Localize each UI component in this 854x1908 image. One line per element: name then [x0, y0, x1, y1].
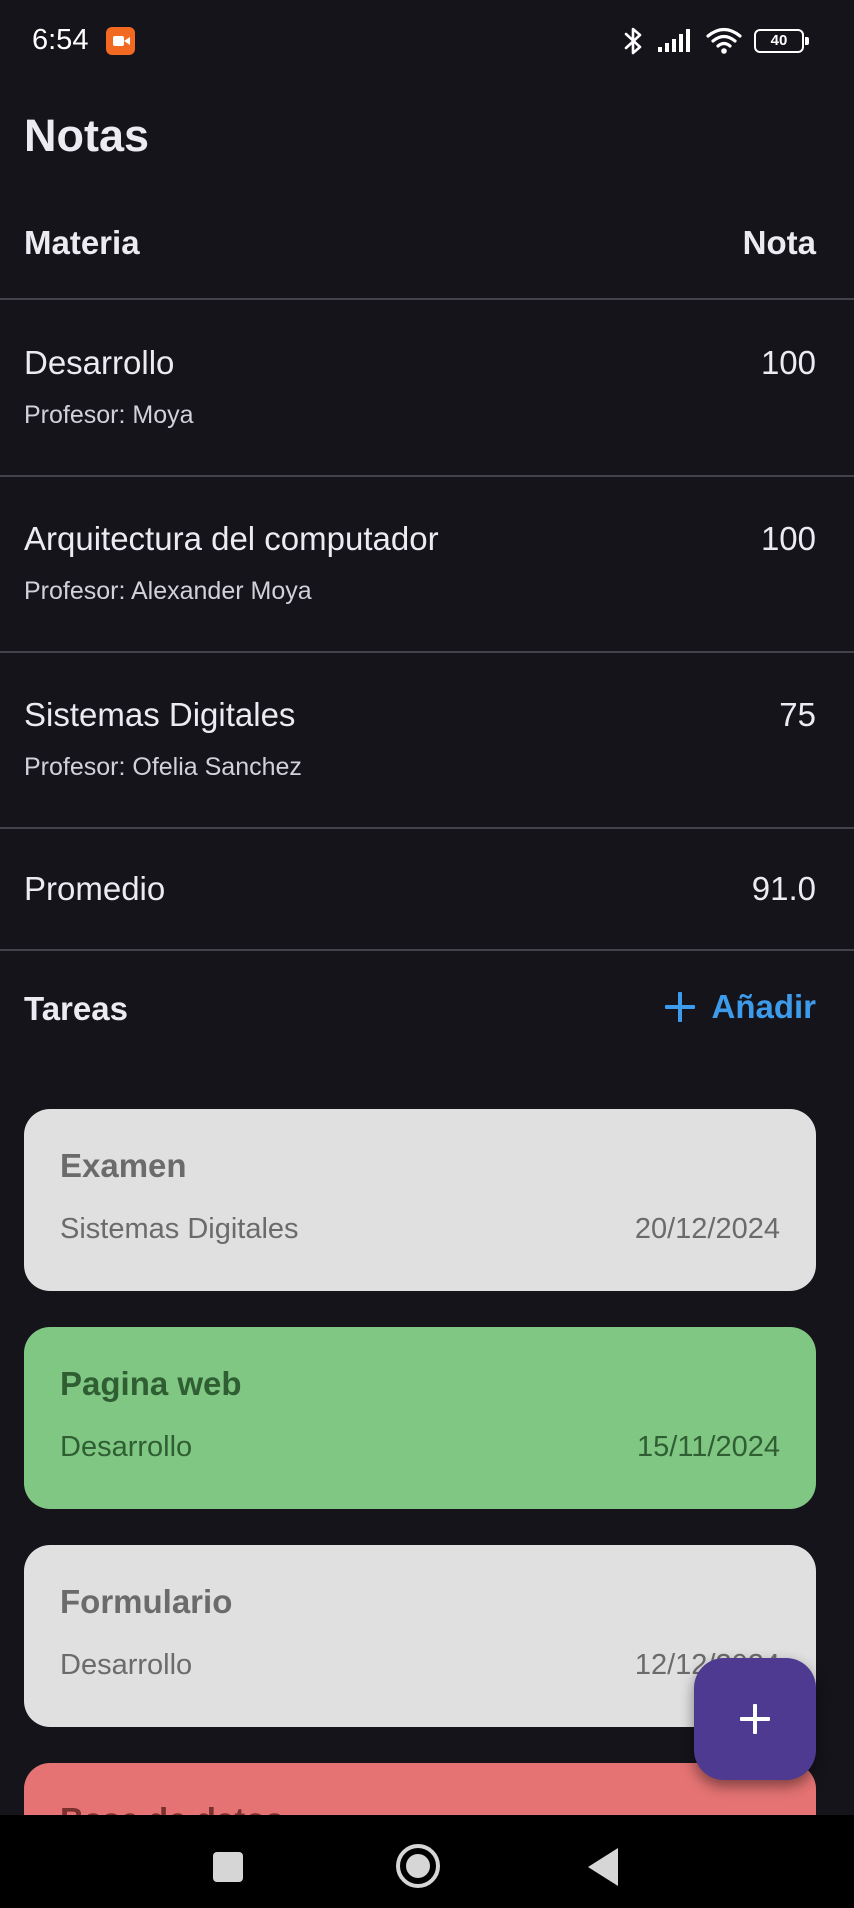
- row-subject: Sistemas Digitales: [24, 696, 296, 733]
- task-card[interactable]: Examen Sistemas Digitales 20/12/2024: [24, 1109, 816, 1291]
- battery-icon: 40: [754, 29, 809, 53]
- task-title: Pagina web: [60, 1365, 242, 1402]
- grade-row: Arquitectura del computador Profesor: Al…: [0, 477, 854, 653]
- task-subject: Desarrollo: [60, 1431, 193, 1463]
- grade-row: Desarrollo Profesor: Moya 100: [0, 300, 854, 477]
- add-task-label: Añadir: [711, 988, 816, 1025]
- task-subject: Desarrollo: [60, 1649, 193, 1681]
- bluetooth-icon: [624, 27, 642, 55]
- average-value: 91.0: [751, 870, 816, 907]
- signal-icon: [658, 29, 690, 52]
- status-icons: 40: [622, 24, 809, 58]
- column-header-grade: Nota: [742, 224, 816, 261]
- average-label: Promedio: [24, 870, 166, 907]
- task-title: Examen: [60, 1147, 187, 1184]
- grades-table-header: Materia Nota: [0, 210, 854, 300]
- column-header-subject: Materia: [24, 224, 140, 261]
- row-subject: Arquitectura del computador: [24, 520, 439, 557]
- system-nav-bar: [0, 1815, 854, 1908]
- page-title: Notas: [24, 110, 150, 161]
- back-icon[interactable]: [588, 1848, 618, 1886]
- task-card[interactable]: Pagina web Desarrollo 15/11/2024: [24, 1327, 816, 1509]
- row-grade: 100: [760, 344, 816, 381]
- status-time: 6:54: [32, 24, 89, 56]
- row-subject: Desarrollo: [24, 344, 175, 381]
- row-professor: Profesor: Ofelia Sanchez: [24, 753, 302, 781]
- task-subject: Sistemas Digitales: [60, 1213, 299, 1245]
- add-fab-button[interactable]: [694, 1658, 816, 1780]
- task-date: 15/11/2024: [637, 1431, 780, 1463]
- average-row: Promedio 91.0: [0, 829, 854, 951]
- screen-record-icon: [106, 27, 135, 55]
- tasks-heading: Tareas: [24, 990, 128, 1027]
- plus-icon: [665, 992, 696, 1022]
- task-title: Formulario: [60, 1583, 233, 1620]
- wifi-icon: [706, 27, 742, 54]
- add-task-button[interactable]: Añadir: [665, 984, 816, 1030]
- recents-icon[interactable]: [213, 1852, 243, 1882]
- row-grade: 75: [779, 696, 816, 733]
- status-bar: 6:54 40: [0, 0, 854, 84]
- home-icon[interactable]: [396, 1844, 440, 1888]
- row-professor: Profesor: Alexander Moya: [24, 577, 312, 605]
- grade-row: Sistemas Digitales Profesor: Ofelia Sanc…: [0, 653, 854, 829]
- row-professor: Profesor: Moya: [24, 401, 194, 429]
- task-date: 20/12/2024: [634, 1213, 780, 1245]
- row-grade: 100: [760, 520, 816, 557]
